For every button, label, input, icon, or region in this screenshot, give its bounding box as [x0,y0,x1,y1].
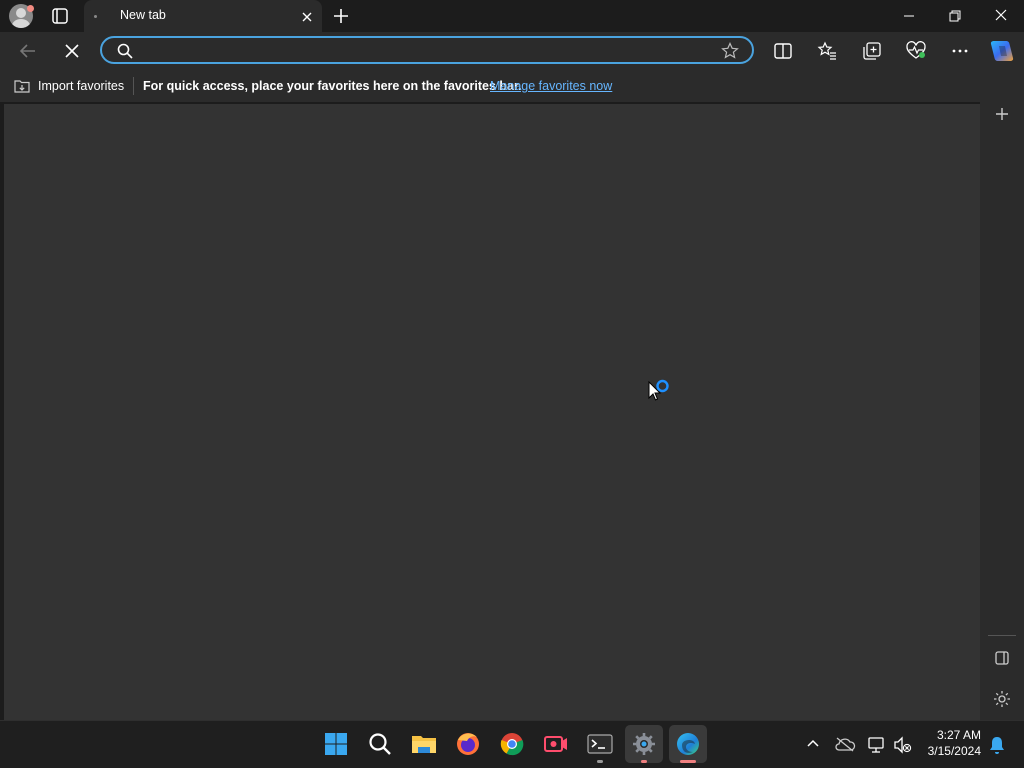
settings-icon[interactable] [625,725,663,763]
profile-notification-dot [27,5,34,12]
file-explorer-icon[interactable] [405,725,443,763]
stop-loading-button[interactable] [60,40,84,62]
sidebar-divider [988,635,1016,636]
clock-time[interactable]: 3:27 AM [926,728,981,742]
terminal-running-indicator [597,760,603,763]
back-button[interactable] [16,40,40,62]
favorites-icon[interactable] [816,40,838,62]
tab-title: New tab [120,8,166,22]
settings-running-indicator [641,760,647,763]
terminal-icon[interactable] [581,725,619,763]
close-window-button[interactable] [990,6,1012,26]
tab-close-icon[interactable] [298,8,316,26]
screen-recorder-icon[interactable] [537,725,575,763]
edge-active-indicator [680,760,696,763]
heartbeat-icon[interactable] [905,40,927,62]
onedrive-icon[interactable] [834,735,856,753]
start-button[interactable] [317,725,355,763]
tab-loading-icon [94,15,97,18]
split-screen-icon[interactable] [772,40,794,62]
new-tab-button[interactable] [330,5,352,27]
restore-button[interactable] [944,6,966,26]
volume-muted-icon[interactable] [892,735,914,755]
copilot-icon[interactable] [988,38,1016,64]
close-icon [65,44,79,58]
chevron-up-icon[interactable] [804,735,822,753]
tab-actions-icon[interactable] [50,6,70,26]
favorites-divider [133,77,134,95]
import-favorites-icon[interactable] [13,77,31,95]
manage-favorites-link[interactable]: Manage favorites now [490,79,612,93]
star-icon[interactable] [720,41,740,61]
minimize-button[interactable] [898,6,920,26]
collections-icon[interactable] [861,40,883,62]
favorites-bar-message: For quick access, place your favorites h… [143,79,522,93]
import-favorites-button[interactable]: Import favorites [38,79,124,93]
sidebar-settings-gear-icon[interactable] [991,688,1013,710]
ellipsis-icon[interactable] [949,40,971,62]
microsoft-edge-icon[interactable] [669,725,707,763]
address-input[interactable] [140,40,714,62]
taskbar-search-icon[interactable] [361,725,399,763]
firefox-icon[interactable] [449,725,487,763]
arrow-left-icon [19,44,35,58]
edge-sidebar [980,102,1024,720]
clock-date[interactable]: 3/15/2024 [920,744,981,758]
chrome-icon[interactable] [493,725,531,763]
sidebar-add-icon[interactable] [991,103,1013,125]
hide-sidebar-icon[interactable] [991,648,1013,668]
search-icon [116,42,134,60]
page-content [4,104,980,720]
busy-cursor-icon [646,378,674,408]
notification-bell-icon[interactable] [987,734,1007,756]
network-icon[interactable] [866,735,888,755]
plus-icon [334,9,348,23]
windows-icon [325,733,347,755]
